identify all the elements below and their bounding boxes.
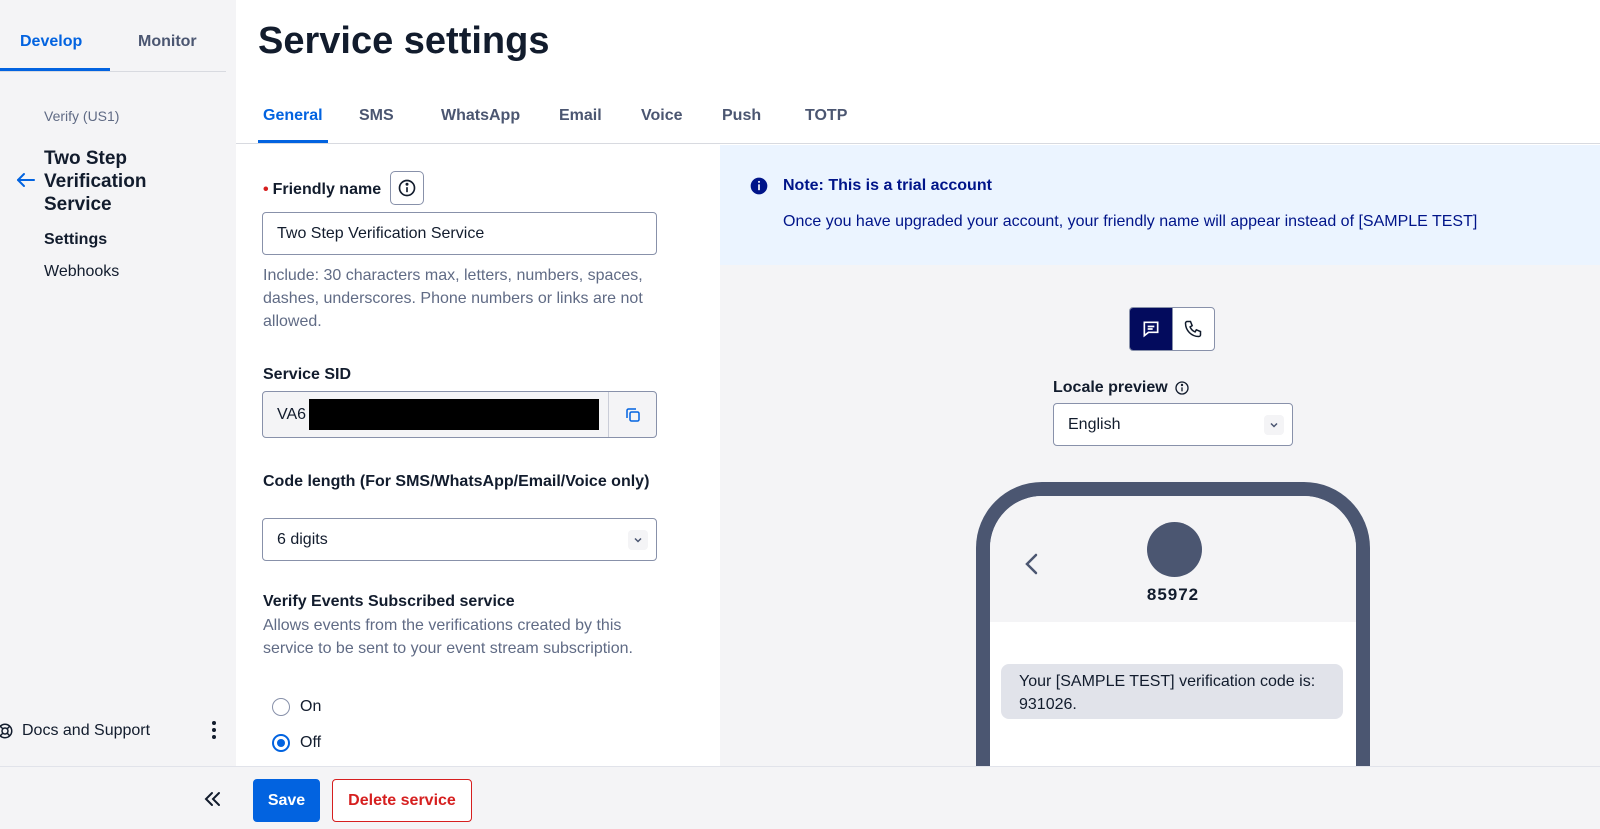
friendly-name-help: Include: 30 characters max, letters, num…: [263, 267, 643, 330]
delete-service-button[interactable]: Delete service: [332, 779, 472, 822]
footer-bar: Save Delete service: [0, 766, 1600, 829]
voice-channel-button[interactable]: [1171, 308, 1214, 350]
redaction-block: [309, 399, 599, 430]
radio-on[interactable]: On: [272, 698, 321, 716]
channel-toggle: [1129, 307, 1215, 351]
code-length-select[interactable]: 6 digits: [262, 518, 657, 561]
sender-number: 85972: [1146, 585, 1200, 604]
tab-push[interactable]: Push: [722, 107, 761, 125]
tab-sms[interactable]: SMS: [359, 107, 394, 125]
sms-icon: [1143, 321, 1159, 338]
sidebar-tabs: Develop Monitor: [0, 0, 226, 72]
locale-select[interactable]: English: [1053, 403, 1293, 446]
radio-off-circle[interactable]: [272, 734, 290, 752]
radio-on-label: On: [300, 698, 322, 715]
copy-icon: [625, 407, 640, 422]
sidebar: Develop Monitor Verify (US1) Two Step Ve…: [0, 0, 236, 766]
friendly-name-info-button[interactable]: [390, 171, 424, 205]
service-name: Two Step Verification Service: [44, 148, 147, 215]
phone-preview: 85972 Your [SAMPLE TEST] verification co…: [976, 482, 1370, 782]
chevron-down-icon: [1264, 415, 1284, 435]
friendly-name-label: • Friendly name: [263, 181, 382, 198]
avatar: [1147, 522, 1202, 577]
radio-off[interactable]: Off: [272, 734, 321, 752]
verify-events-help: Allows events from the verifications cre…: [263, 617, 633, 657]
verify-events-label: Verify Events Subscribed service: [263, 593, 515, 610]
tab-develop[interactable]: Develop: [20, 33, 82, 51]
tab-voice[interactable]: Voice: [641, 107, 683, 125]
chevron-down-icon: [628, 530, 648, 550]
locale-preview-label: Locale preview: [1053, 379, 1190, 397]
tab-general[interactable]: General: [263, 107, 323, 125]
service-sid-value: VA6: [277, 406, 307, 423]
phone-icon: [1185, 320, 1202, 338]
code-length-label: Code length (For SMS/WhatsApp/Email/Voic…: [263, 473, 650, 490]
radio-on-circle[interactable]: [272, 698, 290, 716]
docs-label[interactable]: Docs and Support: [22, 722, 150, 740]
tab-totp[interactable]: TOTP: [805, 107, 847, 125]
friendly-name-input[interactable]: [262, 212, 657, 255]
kebab-icon[interactable]: [204, 718, 224, 742]
sms-channel-button[interactable]: [1130, 308, 1172, 350]
tab-whatsapp[interactable]: WhatsApp: [441, 107, 520, 125]
note-title: Note: This is a trial account: [783, 177, 992, 194]
tab-monitor[interactable]: Monitor: [138, 33, 197, 51]
lifebuoy-icon: [0, 723, 13, 739]
phone-header: 85972: [990, 496, 1356, 622]
double-chevron-left-icon[interactable]: [200, 787, 224, 811]
service-sid-field[interactable]: VA6: [262, 391, 657, 438]
info-icon[interactable]: [1174, 380, 1190, 396]
sidebar-item-settings[interactable]: Settings: [44, 231, 107, 249]
docs-and-support[interactable]: Docs and Support: [0, 720, 226, 742]
note-body: Once you have upgraded your account, you…: [783, 213, 1478, 230]
active-tab-indicator: [258, 140, 328, 143]
sidebar-item-webhooks[interactable]: Webhooks: [44, 263, 119, 281]
info-filled-icon: [750, 177, 768, 195]
required-indicator: •: [263, 181, 269, 198]
page-title: Service settings: [258, 20, 550, 62]
settings-tabs: General SMS WhatsApp Email Voice Push TO…: [236, 100, 1600, 144]
code-length-value: 6 digits: [277, 530, 328, 548]
chevron-left-icon[interactable]: [1020, 550, 1044, 578]
save-button[interactable]: Save: [253, 779, 320, 822]
breadcrumb[interactable]: Verify (US1): [44, 108, 119, 124]
service-sid-label: Service SID: [263, 366, 352, 383]
trial-note: Note: This is a trial account Once you h…: [720, 145, 1600, 265]
message-bubble: Your [SAMPLE TEST] verification code is:…: [1001, 664, 1343, 719]
active-tab-indicator: [0, 68, 110, 71]
arrow-left-icon[interactable]: [14, 168, 38, 192]
radio-off-label: Off: [300, 734, 322, 751]
copy-sid-button[interactable]: [608, 392, 656, 437]
preview-panel: Note: This is a trial account Once you h…: [720, 145, 1600, 782]
locale-value: English: [1068, 415, 1121, 433]
info-icon: [398, 179, 416, 197]
tab-email[interactable]: Email: [559, 107, 602, 125]
